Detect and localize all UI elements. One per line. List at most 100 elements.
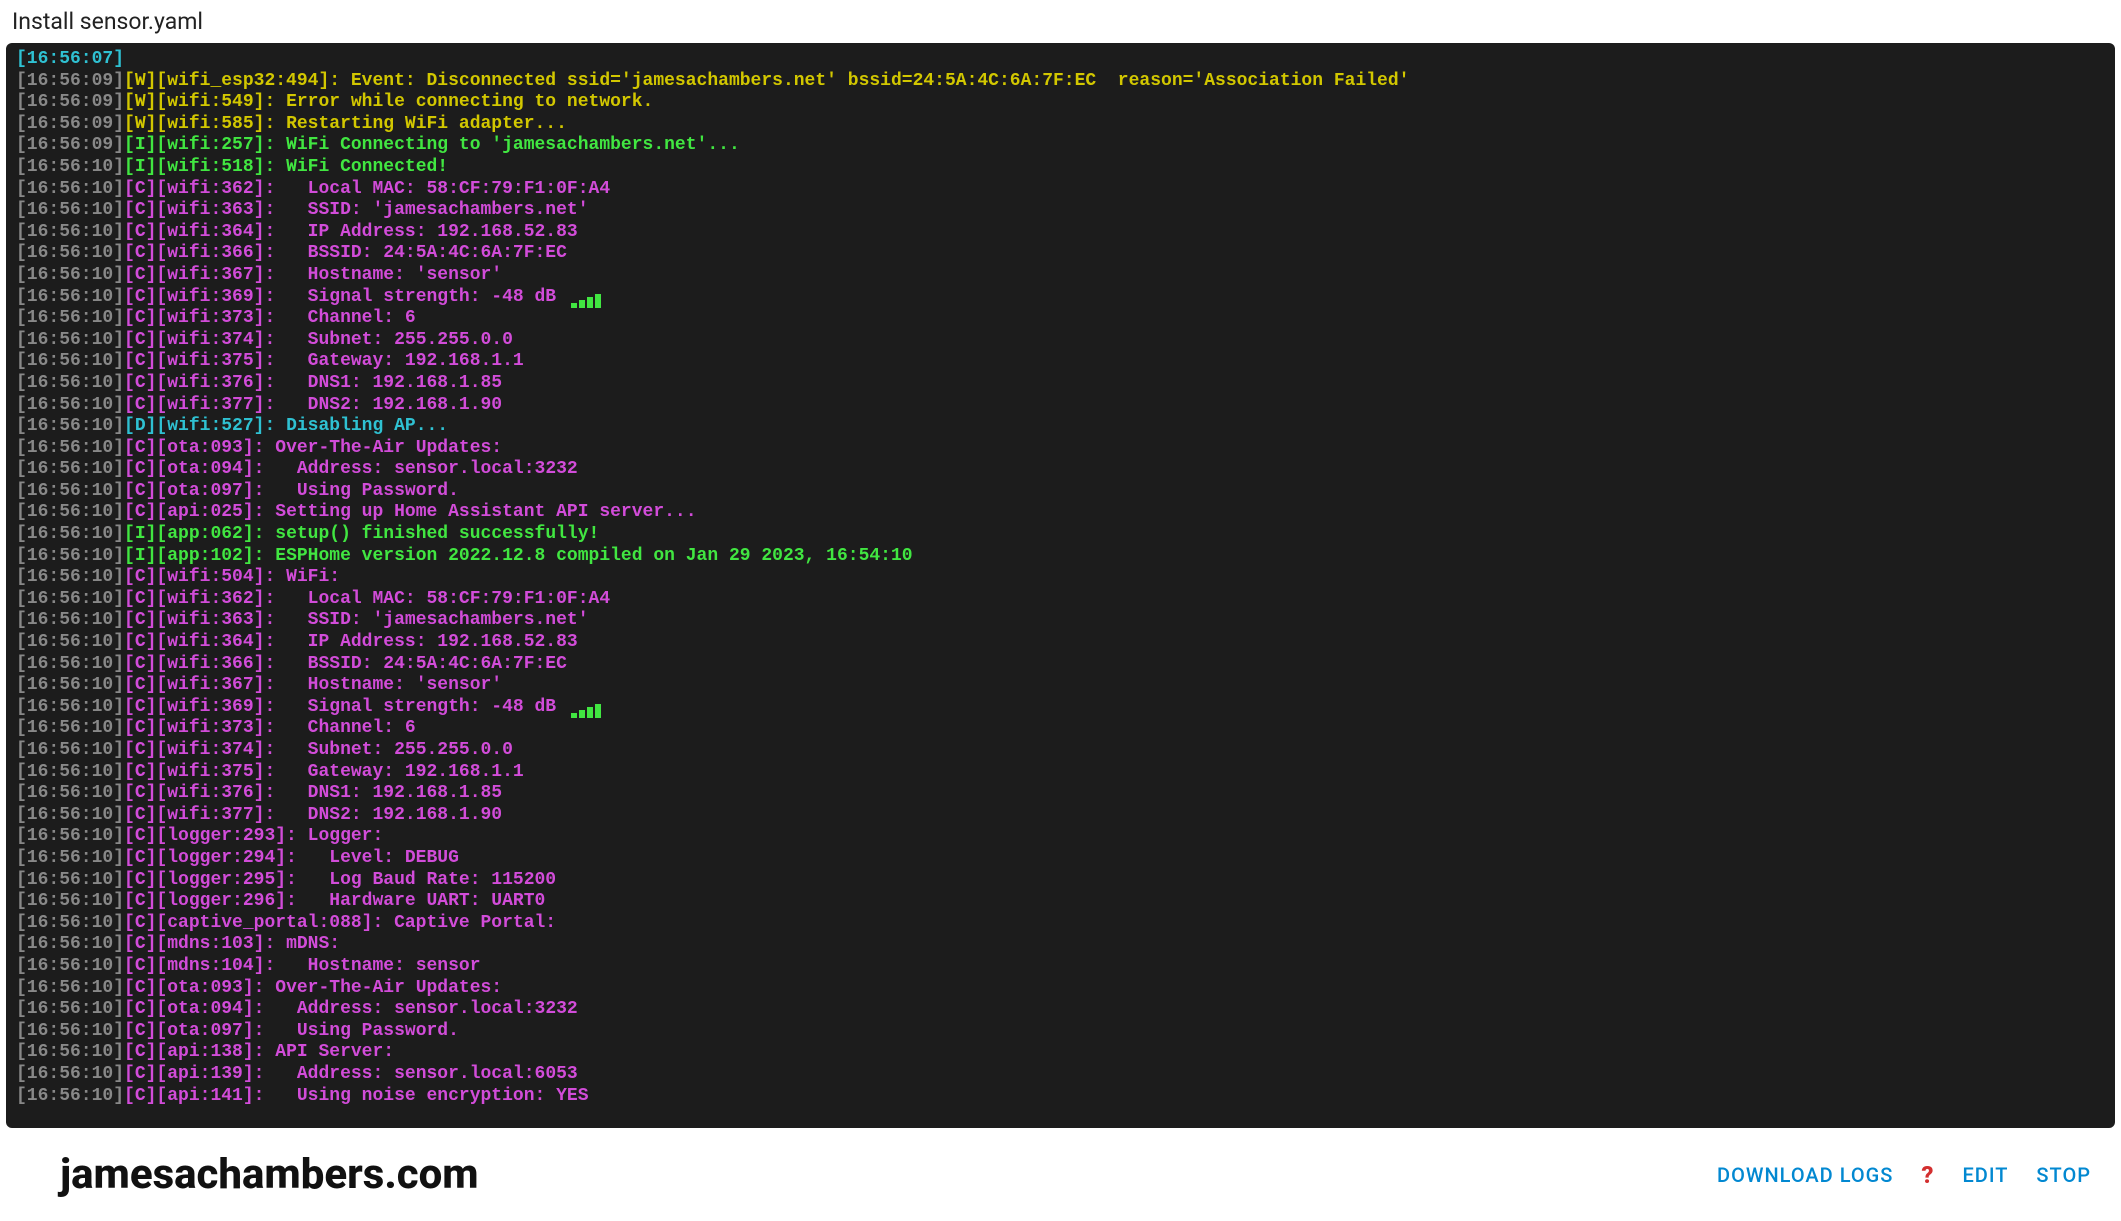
log-level-tag: [C][wifi:367]: [124, 675, 275, 695]
log-message: setup() finished successfully! [264, 524, 599, 544]
log-timestamp: [16:56:10] [16, 524, 124, 544]
log-timestamp: [16:56:10] [16, 740, 124, 760]
log-level-tag: [I][wifi:257]: [124, 135, 275, 155]
log-level-tag: [C][ota:093]: [124, 978, 264, 998]
log-message: Using Password. [264, 1021, 458, 1041]
log-line: [16:56:10][C][logger:295]: Log Baud Rate… [16, 870, 2105, 892]
log-message: DNS2: 192.168.1.90 [275, 395, 502, 415]
edit-button[interactable]: EDIT [1962, 1163, 2008, 1187]
log-line: [16:56:10][C][wifi:362]: Local MAC: 58:C… [16, 589, 2105, 611]
log-level-tag: [C][wifi:377]: [124, 395, 275, 415]
log-timestamp: [16:56:10] [16, 330, 124, 350]
log-level-tag: [C][logger:293]: [124, 826, 297, 846]
log-level-tag: [C][wifi:367]: [124, 265, 275, 285]
log-level-tag: [C][logger:296]: [124, 891, 297, 911]
log-line: [16:56:10][C][mdns:104]: Hostname: senso… [16, 956, 2105, 978]
log-level-tag: [C][captive_portal:088]: [124, 913, 383, 933]
log-level-tag: [I][app:062]: [124, 524, 264, 544]
log-level-tag: [C][api:025]: [124, 502, 264, 522]
log-timestamp: [16:56:10] [16, 934, 124, 954]
log-line: [16:56:10][C][captive_portal:088]: Capti… [16, 913, 2105, 935]
log-line: [16:56:10][C][wifi:504]: WiFi: [16, 567, 2105, 589]
log-line: [16:56:09][W][wifi:549]: Error while con… [16, 92, 2105, 114]
log-message: BSSID: 24:5A:4C:6A:7F:EC [275, 654, 567, 674]
log-level-tag: [C][wifi:374]: [124, 330, 275, 350]
log-line: [16:56:10][C][ota:097]: Using Password. [16, 481, 2105, 503]
log-message: WiFi: [275, 567, 340, 587]
log-timestamp: [16:56:09] [16, 71, 124, 91]
log-level-tag: [I][wifi:518]: [124, 157, 275, 177]
signal-strength-icon [571, 697, 603, 719]
log-line: [16:56:10][C][ota:094]: Address: sensor.… [16, 459, 2105, 481]
log-message: Subnet: 255.255.0.0 [275, 330, 513, 350]
log-line: [16:56:10][I][app:102]: ESPHome version … [16, 546, 2105, 568]
log-line: [16:56:10][C][ota:094]: Address: sensor.… [16, 999, 2105, 1021]
log-line: [16:56:07] [16, 49, 2105, 71]
log-line: [16:56:10][C][api:025]: Setting up Home … [16, 502, 2105, 524]
log-line: [16:56:10][C][ota:093]: Over-The-Air Upd… [16, 438, 2105, 460]
log-message: ESPHome version 2022.12.8 compiled on Ja… [264, 546, 912, 566]
log-line: [16:56:10][C][wifi:363]: SSID: 'jamesach… [16, 200, 2105, 222]
log-level-tag: [W][wifi:585]: [124, 114, 275, 134]
log-line: [16:56:10][C][mdns:103]: mDNS: [16, 934, 2105, 956]
log-timestamp: [16:56:10] [16, 589, 124, 609]
log-line: [16:56:10][C][api:139]: Address: sensor.… [16, 1064, 2105, 1086]
log-timestamp: [16:56:10] [16, 762, 124, 782]
signal-strength-icon [571, 287, 603, 309]
stop-button[interactable]: STOP [2036, 1163, 2091, 1187]
log-line: [16:56:10][C][logger:296]: Hardware UART… [16, 891, 2105, 913]
log-timestamp: [16:56:10] [16, 718, 124, 738]
log-timestamp: [16:56:10] [16, 502, 124, 522]
log-line: [16:56:10][C][wifi:367]: Hostname: 'sens… [16, 265, 2105, 287]
log-line: [16:56:09][W][wifi:585]: Restarting WiFi… [16, 114, 2105, 136]
log-timestamp: [16:56:10] [16, 1042, 124, 1062]
log-level-tag: [C][wifi:363]: [124, 610, 275, 630]
log-line: [16:56:10][C][api:141]: Using noise encr… [16, 1086, 2105, 1108]
log-message: Channel: 6 [275, 308, 415, 328]
log-timestamp: [16:56:10] [16, 459, 124, 479]
log-message: BSSID: 24:5A:4C:6A:7F:EC [275, 243, 567, 263]
log-timestamp: [16:56:10] [16, 481, 124, 501]
log-message: Captive Portal: [383, 913, 556, 933]
log-line: [16:56:10][D][wifi:527]: Disabling AP... [16, 416, 2105, 438]
log-level-tag: [C][mdns:103]: [124, 934, 275, 954]
log-level-tag: [C][wifi:369]: [124, 697, 275, 717]
dialog-header: Install sensor.yaml [0, 0, 2121, 43]
help-icon[interactable]: ? [1921, 1161, 1934, 1189]
log-message: API Server: [264, 1042, 394, 1062]
log-message: Using noise encryption: YES [264, 1086, 588, 1106]
log-line: [16:56:10][C][wifi:364]: IP Address: 192… [16, 222, 2105, 244]
download-logs-button[interactable]: DOWNLOAD LOGS [1717, 1163, 1893, 1187]
log-timestamp: [16:56:10] [16, 351, 124, 371]
log-message: Hostname: sensor [275, 956, 480, 976]
log-message: Log Baud Rate: 115200 [297, 870, 556, 890]
log-timestamp: [16:56:10] [16, 416, 124, 436]
log-message: Hostname: 'sensor' [275, 675, 502, 695]
log-line: [16:56:10][I][wifi:518]: WiFi Connected! [16, 157, 2105, 179]
log-timestamp: [16:56:10] [16, 999, 124, 1019]
log-line: [16:56:10][C][wifi:369]: Signal strength… [16, 287, 2105, 309]
log-message: Subnet: 255.255.0.0 [275, 740, 513, 760]
log-level-tag: [I][app:102]: [124, 546, 264, 566]
log-line: [16:56:10][C][wifi:374]: Subnet: 255.255… [16, 330, 2105, 352]
log-message: Logger: [297, 826, 383, 846]
log-level-tag: [C][wifi:364]: [124, 632, 275, 652]
log-level-tag: [C][wifi:376]: [124, 783, 275, 803]
log-message: IP Address: 192.168.52.83 [275, 632, 577, 652]
log-timestamp: [16:56:10] [16, 1086, 124, 1106]
log-timestamp: [16:56:10] [16, 1021, 124, 1041]
log-level-tag: [C][logger:295]: [124, 870, 297, 890]
log-line: [16:56:10][C][ota:097]: Using Password. [16, 1021, 2105, 1043]
log-level-tag: [W][wifi_esp32:494]: [124, 71, 340, 91]
log-output[interactable]: [16:56:07][16:56:09][W][wifi_esp32:494]:… [6, 43, 2115, 1128]
log-line: [16:56:10][C][wifi:376]: DNS1: 192.168.1… [16, 373, 2105, 395]
log-level-tag: [C][wifi:374]: [124, 740, 275, 760]
log-line: [16:56:10][C][wifi:377]: DNS2: 192.168.1… [16, 805, 2105, 827]
log-line: [16:56:10][C][wifi:369]: Signal strength… [16, 697, 2105, 719]
log-line: [16:56:10][C][wifi:373]: Channel: 6 [16, 308, 2105, 330]
log-message: DNS1: 192.168.1.85 [275, 373, 502, 393]
log-timestamp: [16:56:10] [16, 978, 124, 998]
log-level-tag: [C][wifi:362]: [124, 179, 275, 199]
log-message: Local MAC: 58:CF:79:F1:0F:A4 [275, 179, 610, 199]
log-line: [16:56:10][C][wifi:367]: Hostname: 'sens… [16, 675, 2105, 697]
